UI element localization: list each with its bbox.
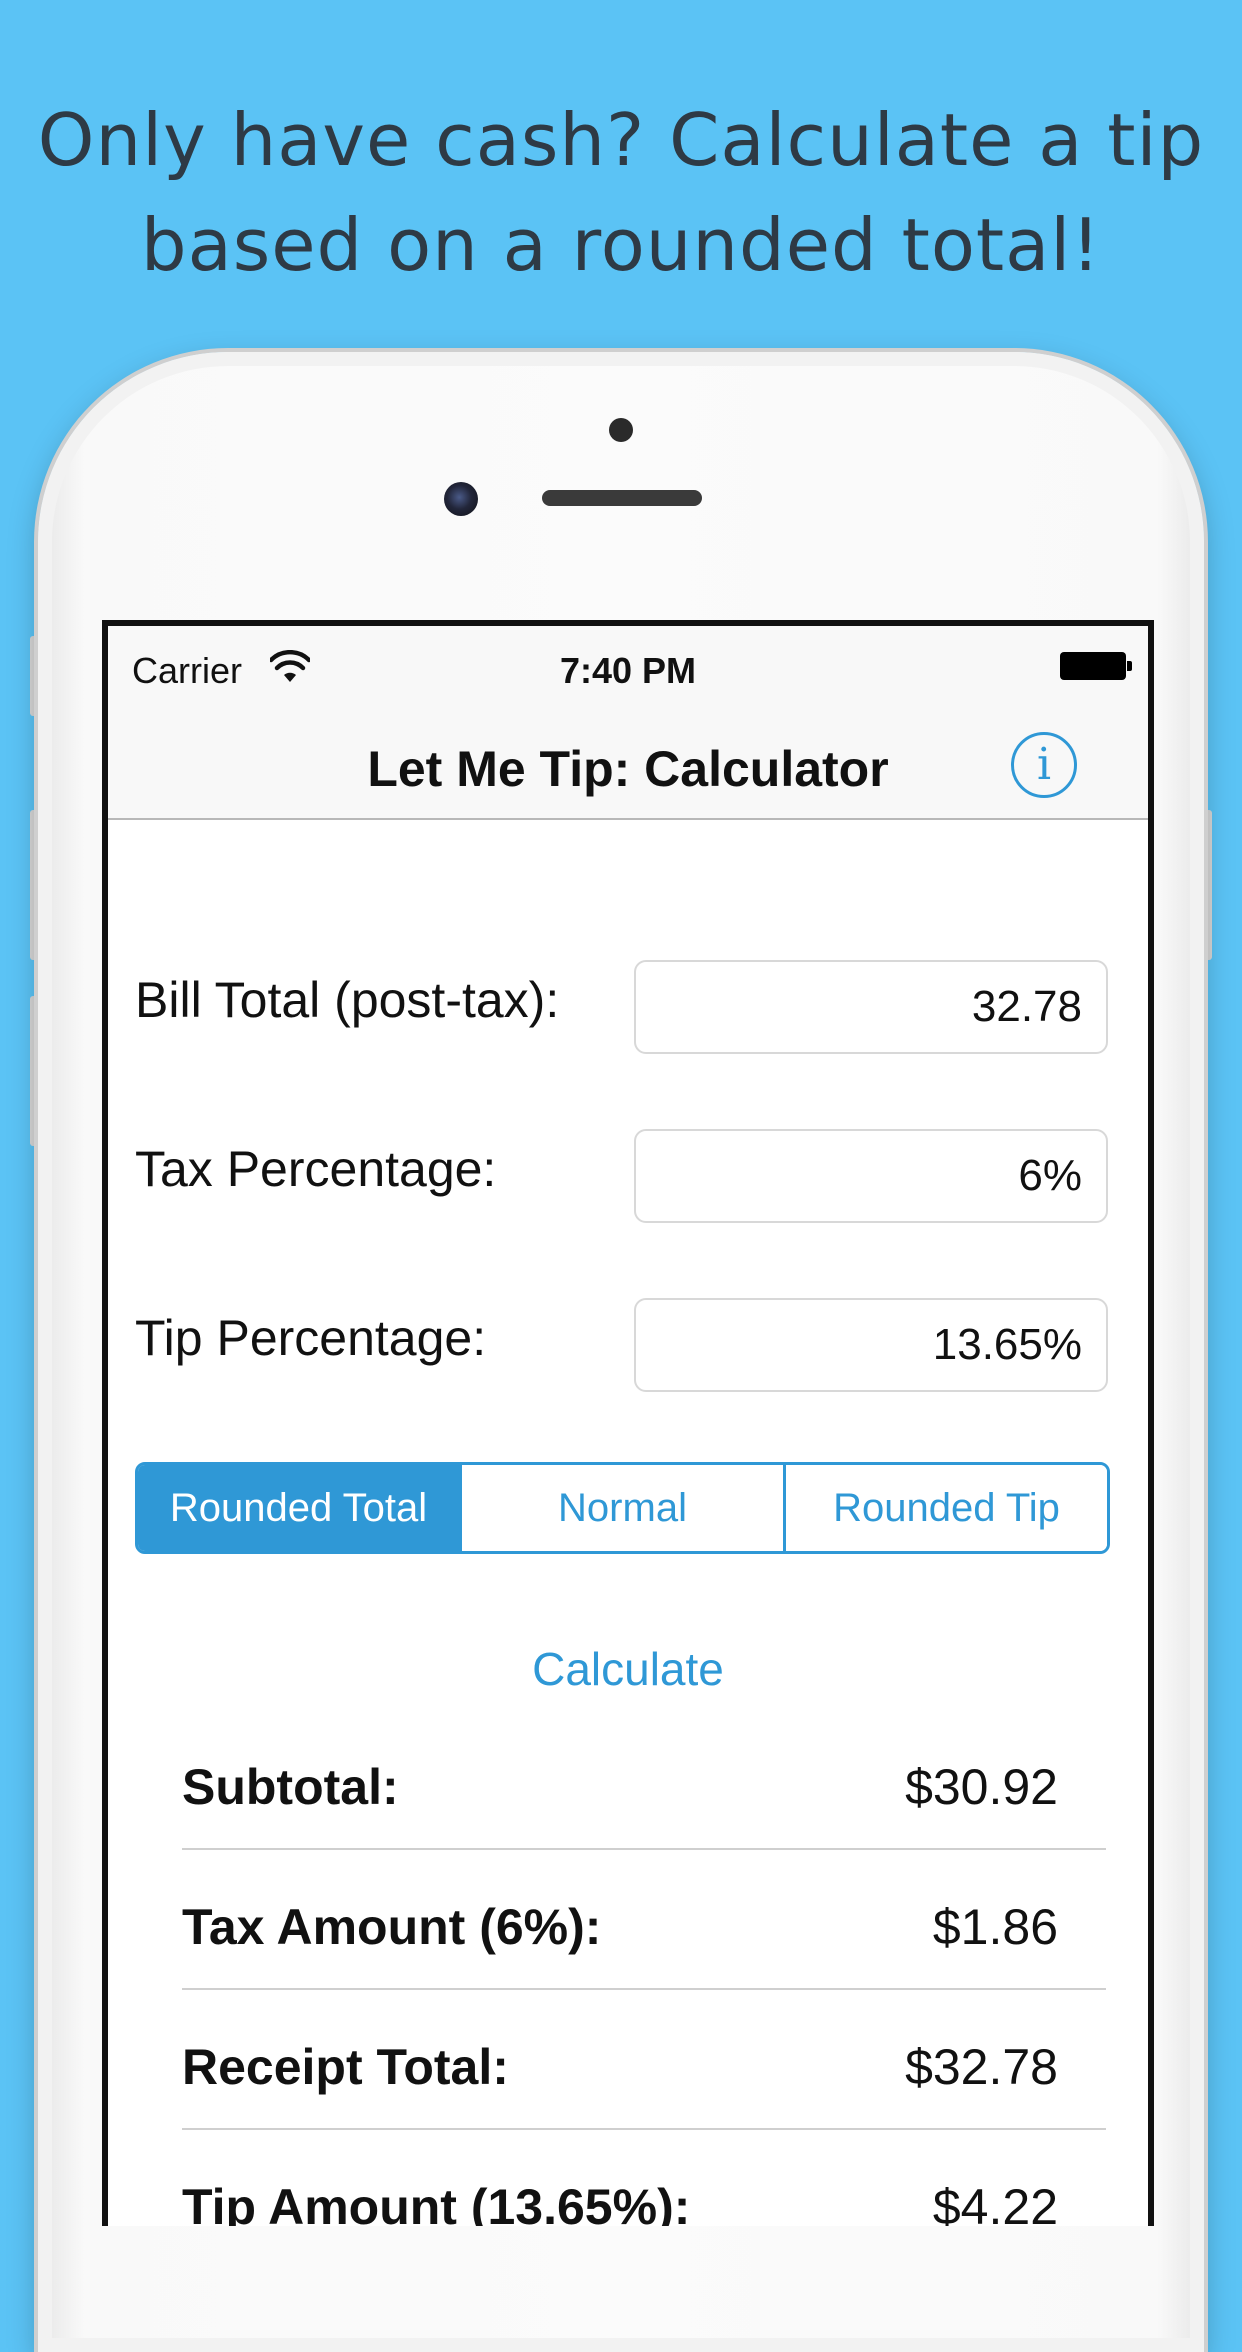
navigation-bar: Let Me Tip: Calculator i (108, 706, 1148, 820)
tax-percentage-input[interactable] (636, 1131, 1106, 1221)
battery-icon (1060, 652, 1132, 680)
status-bar: Carrier 7:40 PM (108, 626, 1148, 706)
tip-amount-label: Tip Amount (13.65%): (182, 2179, 691, 2226)
earpiece-speaker (542, 490, 702, 506)
tip-percentage-field-container (634, 1298, 1108, 1392)
info-button[interactable]: i (1011, 732, 1077, 798)
result-row-receipt-total: Receipt Total: $32.78 (182, 1988, 1106, 2130)
bill-total-input[interactable] (636, 962, 1106, 1052)
promo-headline-line-2: based on a rounded total! (140, 203, 1102, 287)
subtotal-label: Subtotal: (182, 1759, 399, 1815)
tax-amount-value: $1.86 (932, 1899, 1058, 1955)
phone-screen: Carrier 7:40 PM Let Me Tip: Calculator i… (102, 620, 1154, 2226)
info-icon: i (1036, 739, 1052, 790)
calculate-button[interactable]: Calculate (108, 1642, 1148, 1696)
tip-amount-value: $4.22 (932, 2179, 1058, 2226)
result-row-tip-amount: Tip Amount (13.65%): $4.22 (182, 2128, 1106, 2226)
segment-normal[interactable]: Normal (459, 1465, 783, 1551)
bill-total-field-container (634, 960, 1108, 1054)
tax-percentage-label: Tax Percentage: (135, 1141, 497, 1197)
tax-amount-label: Tax Amount (6%): (182, 1899, 602, 1955)
receipt-total-label: Receipt Total: (182, 2039, 509, 2095)
subtotal-value: $30.92 (905, 1759, 1058, 1815)
bill-total-label: Bill Total (post-tax): (135, 972, 560, 1028)
receipt-total-value: $32.78 (905, 2039, 1058, 2095)
proximity-sensor (609, 418, 633, 442)
segment-rounded-total[interactable]: Rounded Total (138, 1465, 459, 1551)
mode-segmented-control: Rounded Total Normal Rounded Tip (135, 1462, 1110, 1554)
tip-percentage-label: Tip Percentage: (135, 1310, 487, 1366)
promo-headline-line-1: Only have cash? Calculate a tip (37, 98, 1205, 182)
result-row-tax-amount: Tax Amount (6%): $1.86 (182, 1848, 1106, 1990)
status-time: 7:40 PM (559, 650, 697, 691)
tax-percentage-field-container (634, 1129, 1108, 1223)
promo-headline: Only have cash? Calculate a tip based on… (0, 88, 1242, 298)
tip-percentage-input[interactable] (636, 1300, 1106, 1390)
page-title: Let Me Tip: Calculator (367, 741, 889, 797)
result-row-subtotal: Subtotal: $30.92 (182, 1708, 1106, 1850)
segment-rounded-tip[interactable]: Rounded Tip (783, 1465, 1107, 1551)
front-camera-icon (444, 482, 478, 516)
